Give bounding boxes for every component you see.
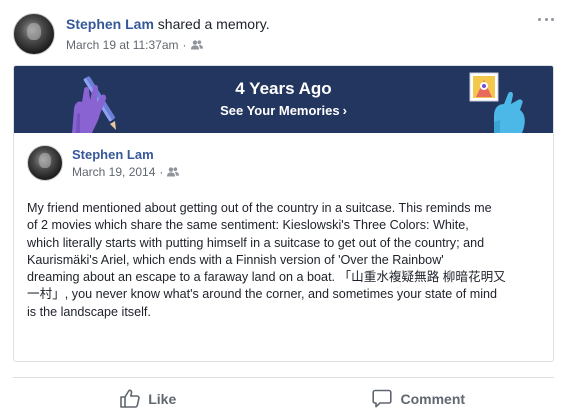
author-avatar[interactable]	[13, 13, 55, 55]
author-name-link[interactable]: Stephen Lam	[66, 16, 154, 32]
shared-post-meta: March 19, 2014 ·	[72, 164, 180, 180]
ellipsis-icon[interactable]	[538, 15, 554, 23]
comment-button[interactable]: Comment	[284, 378, 555, 419]
shared-author-name-link[interactable]: Stephen Lam	[72, 146, 154, 163]
author-line: Stephen Lam shared a memory.	[66, 15, 270, 33]
post-text-line: dreaming about an escape to a faraway la…	[27, 270, 506, 285]
post-meta: March 19 at 11:37am ·	[66, 37, 203, 53]
meta-separator: ·	[182, 38, 187, 52]
post-actions-bar: Like Comment	[13, 378, 554, 419]
see-your-memories-label: See Your Memories	[220, 103, 340, 118]
post-text-line: Kaurismäki's Ariel, which ends with a Fi…	[27, 252, 444, 267]
post-text-line: is the landscape itself.	[27, 304, 151, 319]
friends-icon[interactable]	[190, 40, 203, 50]
memory-banner[interactable]: 4 Years Ago See Your Memories ›	[14, 66, 553, 133]
chevron-right-icon: ›	[342, 103, 347, 118]
hand-photo-illustration	[469, 72, 525, 133]
post-text-line: 一村」, you never know what's around the co…	[27, 287, 497, 302]
post-text-line: of 2 movies which share the same sentime…	[27, 218, 469, 233]
comment-label: Comment	[400, 390, 466, 407]
post-header: Stephen Lam shared a memory. March 19 at…	[13, 13, 554, 59]
thumbs-up-icon	[120, 389, 140, 408]
post-action-text: shared a memory.	[157, 16, 270, 32]
shared-post-date[interactable]: March 19, 2014	[72, 164, 155, 180]
shared-meta-separator: ·	[159, 165, 164, 179]
friends-icon[interactable]	[167, 167, 180, 177]
like-button[interactable]: Like	[13, 378, 284, 419]
post-text-line: which literally starts with putting hims…	[27, 235, 485, 250]
post-timestamp[interactable]: March 19 at 11:37am	[66, 37, 179, 53]
memory-card: 4 Years Ago See Your Memories › Stephen L…	[13, 65, 554, 362]
like-label: Like	[148, 390, 177, 407]
comment-bubble-icon	[372, 389, 393, 408]
shared-author-avatar[interactable]	[27, 145, 63, 181]
shared-post-text: My friend mentioned about getting out of…	[27, 200, 547, 321]
post-text-line: My friend mentioned about getting out of…	[27, 201, 492, 215]
